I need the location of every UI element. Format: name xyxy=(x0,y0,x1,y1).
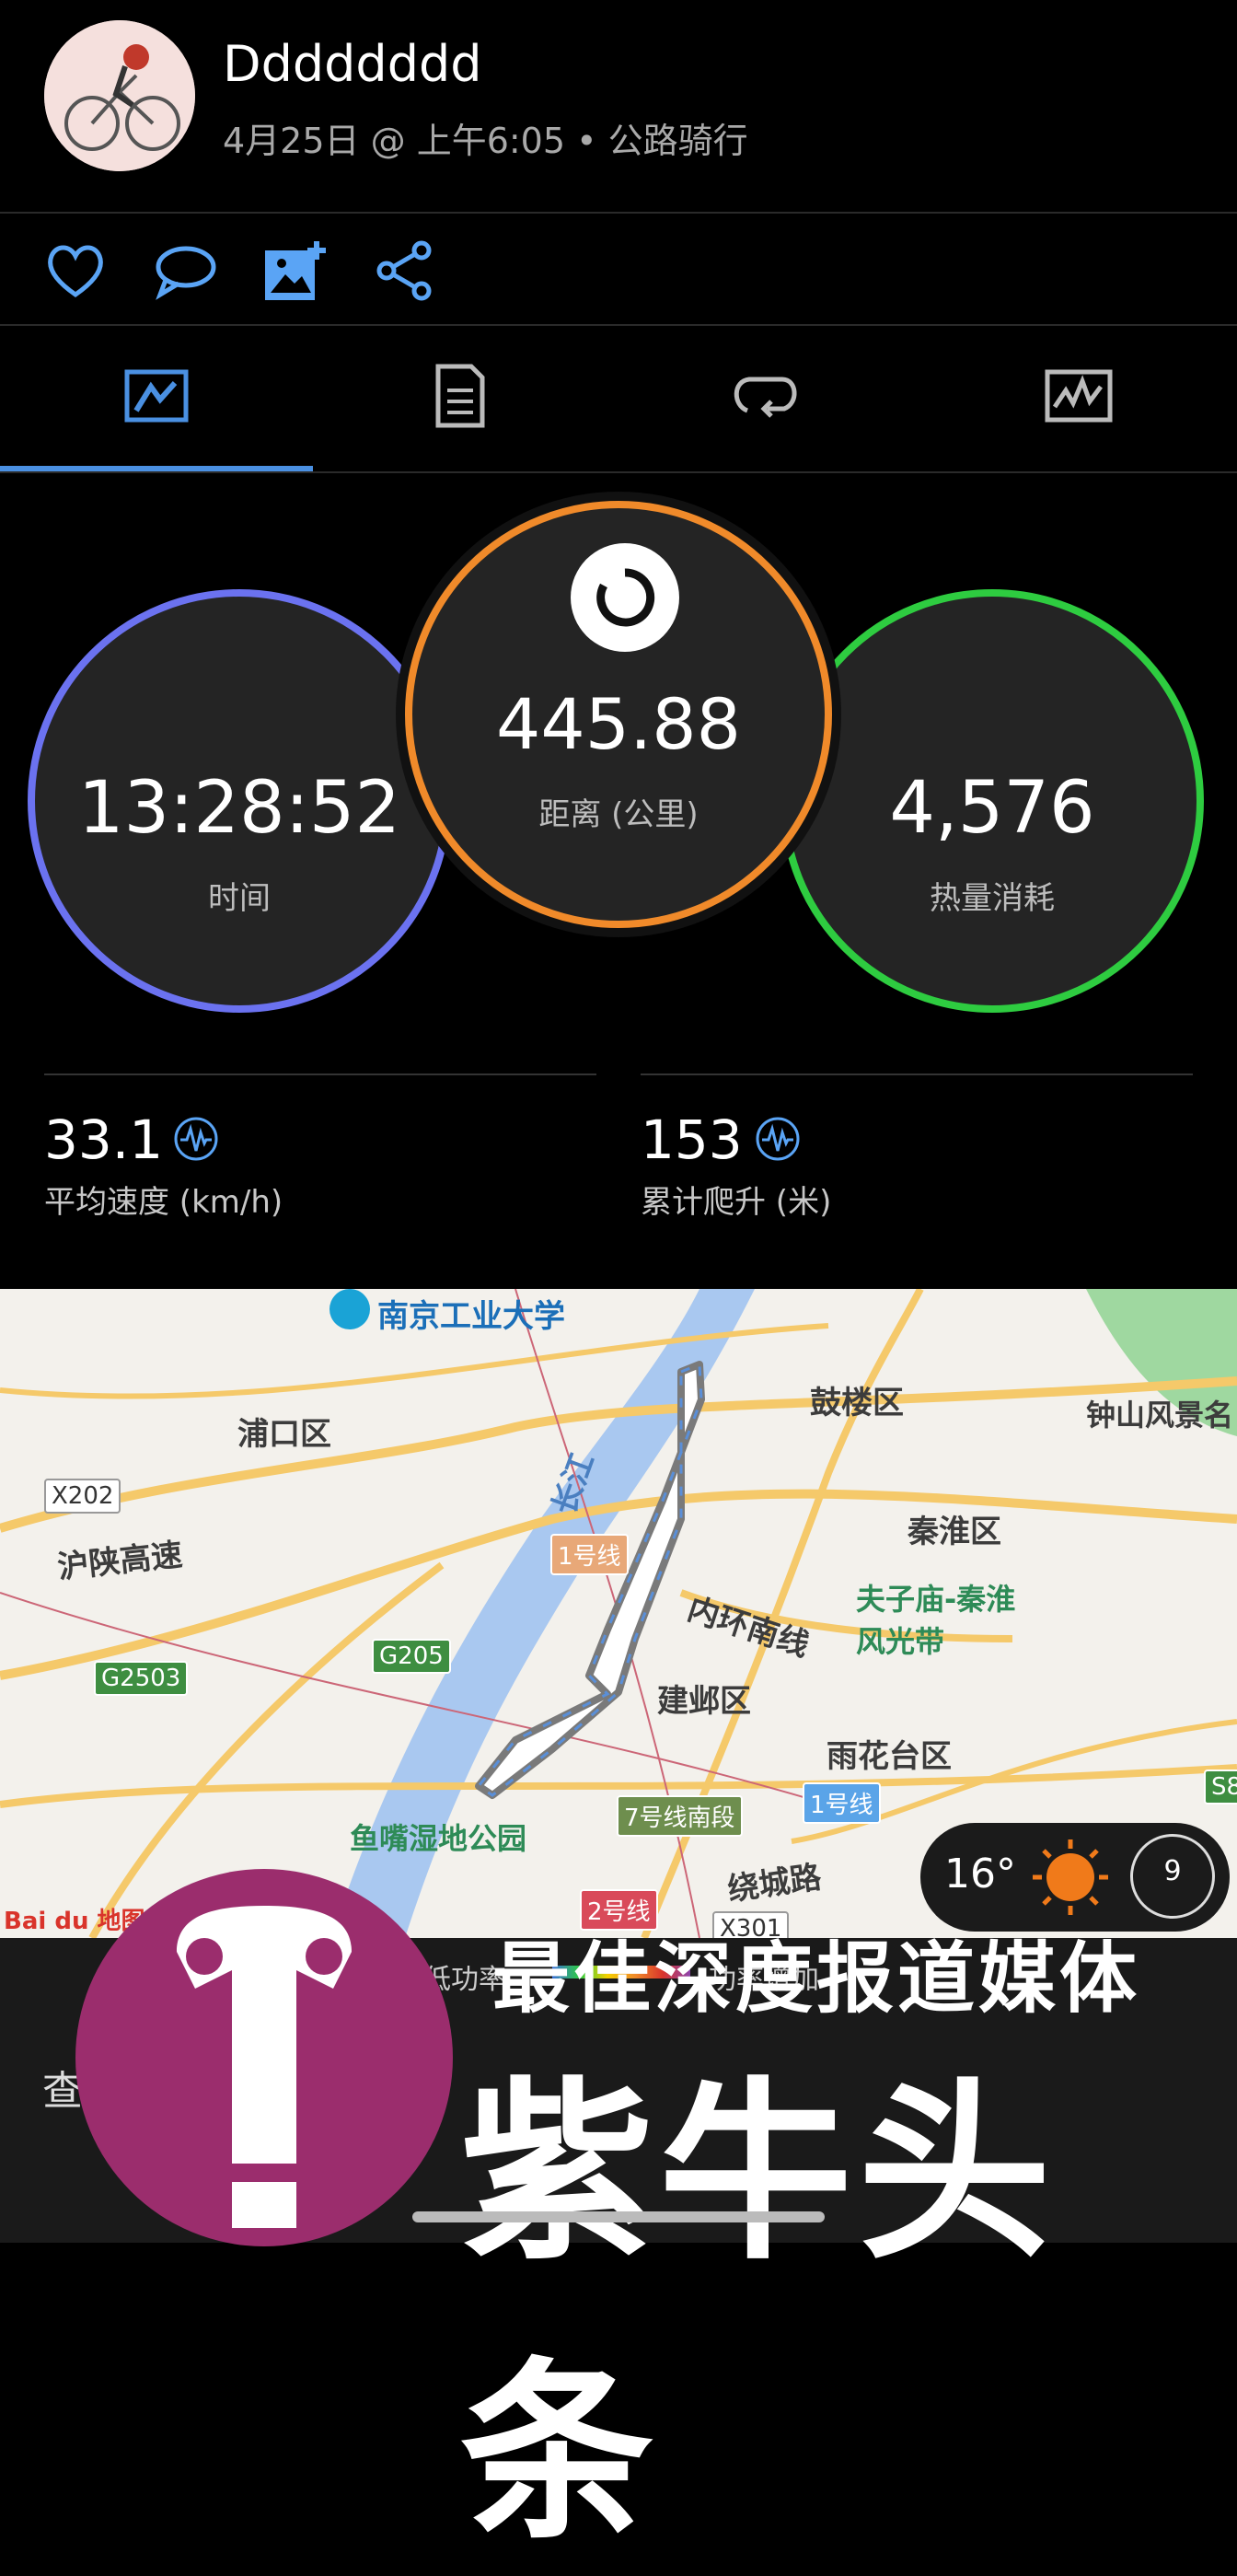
map-label-yuzui: 鱼嘴湿地公园 xyxy=(350,1821,527,1856)
wind-gauge: 9 xyxy=(1130,1834,1215,1919)
overview-icon xyxy=(124,369,189,423)
laps-icon xyxy=(734,377,797,418)
pulse-icon xyxy=(174,1117,218,1161)
tab-laps[interactable] xyxy=(729,359,803,433)
comment-button[interactable] xyxy=(153,238,219,304)
metro-line-tag: 1号线 xyxy=(550,1534,629,1575)
elevation-chart-button[interactable] xyxy=(755,1116,801,1162)
road-tag: G2503 xyxy=(94,1661,189,1696)
tab-overview[interactable] xyxy=(120,359,193,433)
calories-label: 热量消耗 xyxy=(930,880,1055,917)
avg-speed-label: 平均速度 (km/h) xyxy=(44,1184,283,1221)
map-label-university: 南京工业大学 xyxy=(377,1298,565,1335)
map-label-zhongshan: 钟山风景名 xyxy=(1086,1398,1234,1433)
map-label-qinhuai: 秦淮区 xyxy=(908,1514,1001,1550)
share-button[interactable] xyxy=(372,238,438,304)
user-avatar[interactable] xyxy=(44,20,195,171)
map-label-pukou: 浦口区 xyxy=(237,1416,331,1453)
wind-value: 9 xyxy=(1163,1855,1182,1887)
time-value: 13:28:52 xyxy=(77,767,401,850)
avg-speed-chart-button[interactable] xyxy=(173,1116,219,1162)
activity-meta: 4月25日 @ 上午6:05 • 公路骑行 xyxy=(223,121,748,161)
details-icon xyxy=(435,364,485,428)
weather-chip[interactable]: 16° 9 xyxy=(920,1823,1230,1932)
add-photo-button[interactable] xyxy=(261,238,328,304)
pulse-icon xyxy=(756,1117,800,1161)
tab-details[interactable] xyxy=(423,359,497,433)
share-icon xyxy=(376,240,432,301)
home-indicator[interactable] xyxy=(412,2211,825,2222)
calories-value: 4,576 xyxy=(889,767,1095,850)
map-label-fengguang: 风光带 xyxy=(856,1624,945,1659)
divider xyxy=(0,471,1237,473)
divider xyxy=(641,1073,1193,1075)
divider xyxy=(0,324,1237,326)
map-label-jianye: 建邺区 xyxy=(657,1683,751,1720)
time-ring: 13:28:52 时间 xyxy=(28,589,451,1013)
map-label-yuhuatai: 雨花台区 xyxy=(827,1738,952,1775)
loop-icon[interactable] xyxy=(571,543,679,652)
charts-icon xyxy=(1045,369,1113,423)
like-button[interactable] xyxy=(42,238,109,304)
elevation-label: 累计爬升 (米) xyxy=(641,1184,832,1221)
metro-line-tag: 1号线 xyxy=(803,1782,881,1824)
road-tag: S8 xyxy=(1204,1770,1237,1804)
poi-marker[interactable] xyxy=(329,1289,370,1329)
road-tag: X202 xyxy=(44,1479,121,1514)
user-name[interactable]: Dddddddd xyxy=(223,35,482,93)
metro-line-tag: 7号线南段 xyxy=(617,1795,743,1837)
add-photo-icon xyxy=(265,241,326,300)
divider xyxy=(0,212,1237,214)
road-tag: G205 xyxy=(372,1639,451,1674)
banner-slogan: 最佳深度报道媒体 xyxy=(492,1933,1141,2024)
distance-value: 445.88 xyxy=(496,683,741,765)
distance-label: 距离 (公里) xyxy=(538,796,699,833)
map-label-gulou: 鼓楼区 xyxy=(810,1385,904,1421)
distance-ring: 445.88 距离 (公里) xyxy=(405,501,832,928)
sun-icon xyxy=(1033,1839,1108,1915)
elevation-value: 153 xyxy=(641,1108,743,1171)
comment-icon xyxy=(156,246,216,300)
time-label: 时间 xyxy=(208,880,271,917)
avg-speed-value: 33.1 xyxy=(44,1108,164,1171)
weather-temp: 16° xyxy=(944,1851,1016,1897)
divider xyxy=(44,1073,596,1075)
publisher-logo xyxy=(75,1869,453,2246)
heart-icon xyxy=(48,245,103,298)
tab-charts[interactable] xyxy=(1042,359,1116,433)
map-label-fuzimiao: 夫子庙-秦淮 xyxy=(856,1582,1016,1617)
calories-ring: 4,576 热量消耗 xyxy=(780,589,1204,1013)
banner-title: 紫牛头条 xyxy=(460,2060,1058,2566)
